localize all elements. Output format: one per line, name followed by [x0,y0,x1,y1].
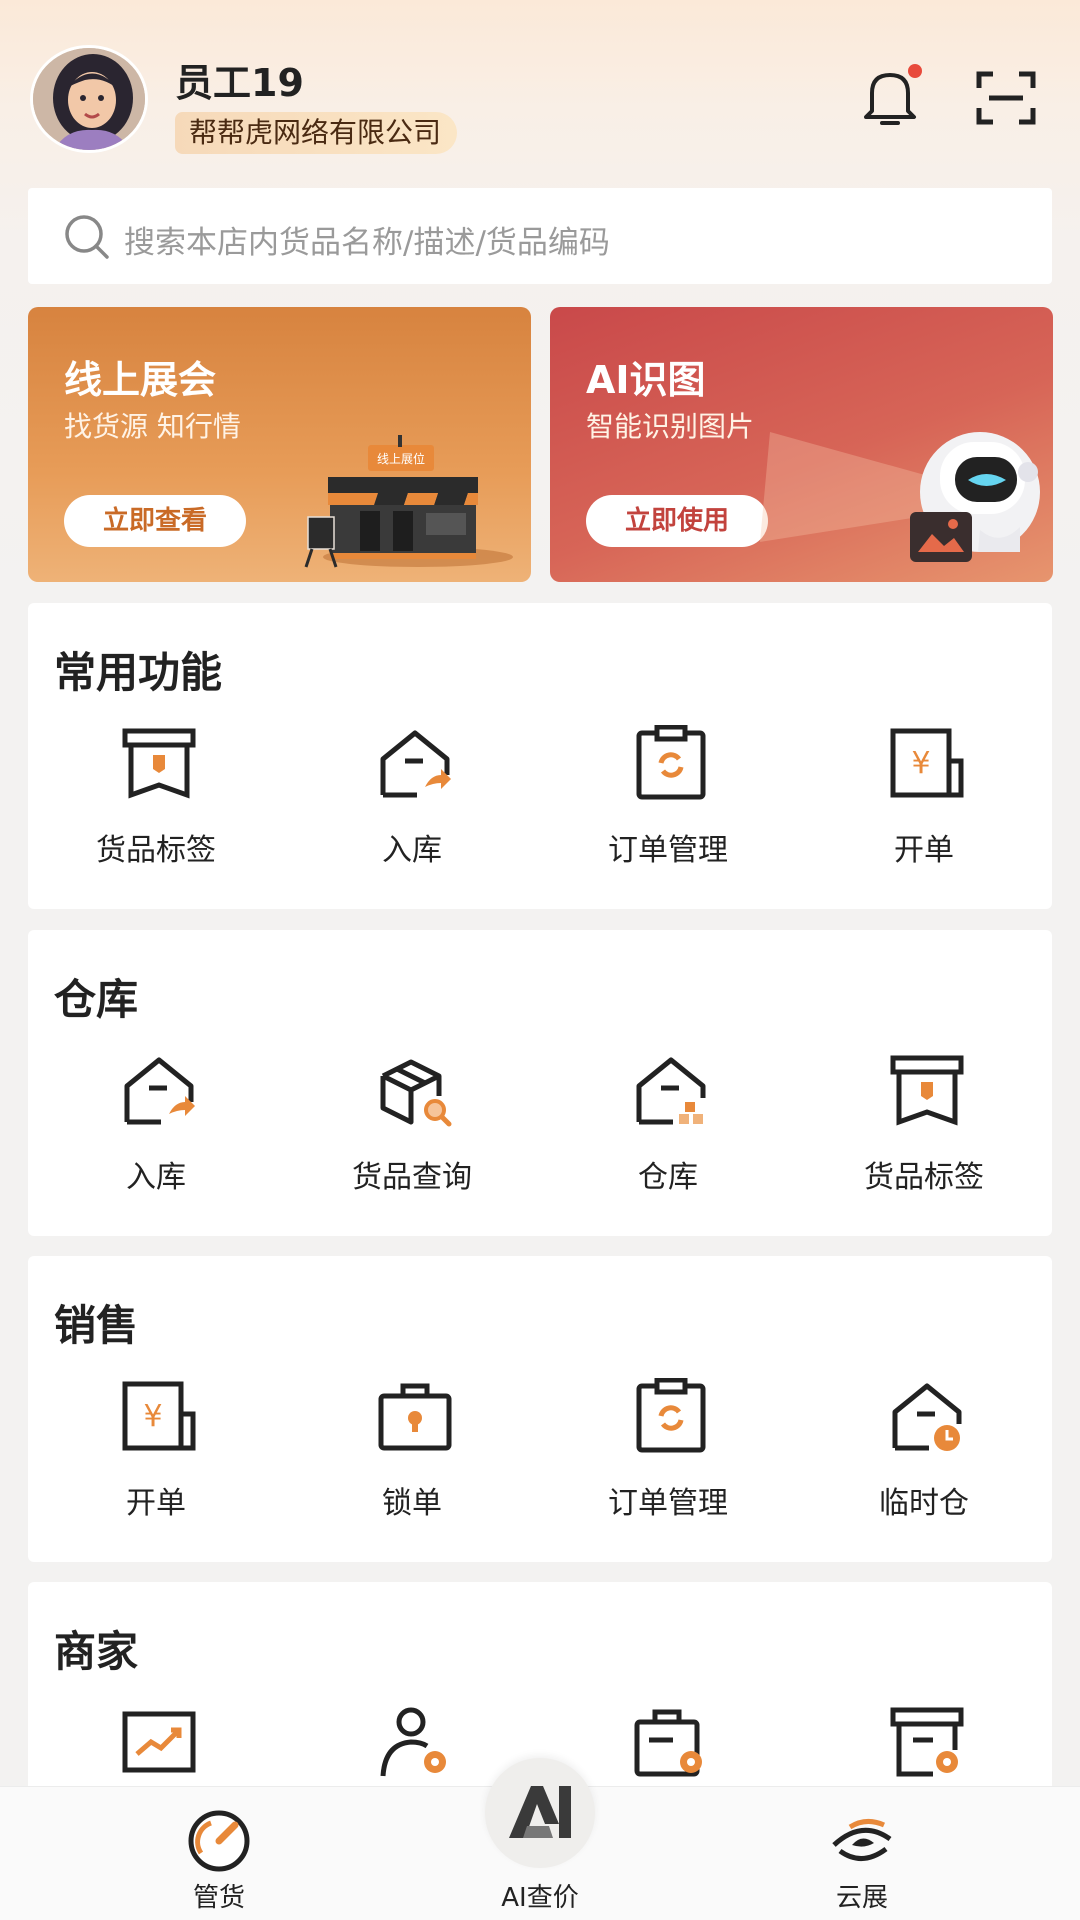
grid-item-label: 锁单 [382,1486,442,1521]
notification-dot [908,64,922,78]
banner-online-expo[interactable]: 线上展会 找货源 知行情 立即查看 线上展位 [28,307,531,582]
label-box-icon [122,728,196,799]
view-now-button[interactable]: 立即查看 [64,495,246,547]
search-placeholder: 搜索本店内货品名称/描述/货品编码 [124,225,610,261]
search-icon [65,215,109,259]
grid-item-product-query[interactable]: 货品查询 [284,1052,540,1202]
grid-item-product-label[interactable]: 货品标签 [28,725,284,875]
grid-item-label: 仓库 [638,1160,698,1195]
merchant-store-settings-icon [890,1707,964,1777]
eye-logo-icon [832,1819,892,1861]
banner-subtitle: 找货源 知行情 [64,410,241,443]
header: 员工19 帮帮虎网络有限公司 [0,0,1080,185]
avatar[interactable] [30,45,148,153]
grid-item-order-management[interactable]: 订单管理 [540,1378,796,1528]
search-input[interactable]: 搜索本店内货品名称/描述/货品编码 [28,188,1052,284]
bill-yen-icon: ¥ [122,1381,196,1451]
section-sales: 销售 ¥ 开单 锁单 订单管理 临时仓 [28,1256,1052,1562]
grid-item-product-label[interactable]: 货品标签 [796,1052,1052,1202]
warehouse-in-icon [124,1057,195,1125]
scan-icon[interactable] [975,70,1037,126]
grid-item-label: 货品标签 [864,1160,984,1195]
grid-item-label: 开单 [894,833,954,868]
grid-item-label: 货品查询 [352,1160,472,1195]
label-box-icon [890,1055,964,1126]
temp-warehouse-icon [892,1383,962,1451]
grid-item-label: 入库 [126,1160,186,1195]
grid-item-stock-in[interactable]: 入库 [284,725,540,875]
tab-manage-goods[interactable]: 管货 [119,1787,319,1920]
tab-cloud-expo[interactable]: 云展 [762,1787,962,1920]
grid-item-label: 临时仓 [879,1486,969,1521]
grid-item-warehouse[interactable]: 仓库 [540,1052,796,1202]
grid-item-temp-warehouse[interactable]: 临时仓 [796,1378,1052,1528]
svg-text:¥: ¥ [911,746,930,781]
user-name: 员工19 [175,61,304,105]
merchant-chart-icon [122,1711,196,1773]
booth-sign-text: 线上展位 [377,451,425,466]
banner-ai-image-recognition[interactable]: AI识图 智能识别图片 立即使用 [550,307,1053,582]
svg-text:¥: ¥ [143,1399,162,1434]
banner-title: AI识图 [586,358,706,402]
use-now-button[interactable]: 立即使用 [586,495,768,547]
grid-item-order-management[interactable]: 订单管理 [540,725,796,875]
company-badge[interactable]: 帮帮虎网络有限公司 [175,112,458,154]
robot-illustration [760,432,1040,562]
ai-price-check-button[interactable] [485,1758,595,1868]
ai-logo-icon [509,1786,571,1838]
order-clipboard-icon [636,1378,706,1453]
section-title: 仓库 [54,975,139,1024]
merchant-bag-settings-icon [634,1709,702,1777]
gauge-icon [188,1810,250,1872]
grid-item-label: 订单管理 [608,833,728,868]
section-title: 常用功能 [54,648,223,697]
grid-item-label: 入库 [382,833,442,868]
order-clipboard-icon [636,725,706,800]
section-common-functions: 常用功能 货品标签 入库 订单管理 ¥ 开单 [28,603,1052,909]
tab-label: 云展 [835,1883,888,1913]
grid-item-stock-in[interactable]: 入库 [28,1052,284,1202]
banner-title: 线上展会 [64,358,217,402]
grid-item-lock-order[interactable]: 锁单 [284,1378,540,1528]
warehouse-in-icon [380,730,451,798]
section-title: 商家 [54,1627,139,1676]
storefront-illustration: 线上展位 [304,435,513,568]
package-search-icon [380,1059,452,1127]
tab-label: 管货 [192,1883,245,1913]
banner-subtitle: 智能识别图片 [586,410,755,443]
grid-item-label: 货品标签 [96,833,216,868]
grid-item-issue-bill[interactable]: ¥ 开单 [796,725,1052,875]
grid-item-label: 订单管理 [608,1486,728,1521]
grid-item-issue-bill[interactable]: ¥ 开单 [28,1378,284,1528]
merchant-user-settings-icon [380,1707,446,1777]
section-warehouse: 仓库 入库 货品查询 仓库 货品标签 [28,930,1052,1236]
bill-yen-icon: ¥ [890,728,964,798]
lock-bag-icon [378,1383,452,1451]
warehouse-icon [636,1057,706,1125]
tab-label: AI查价 [501,1883,579,1913]
grid-item-label: 开单 [126,1486,186,1521]
section-title: 销售 [54,1301,139,1350]
